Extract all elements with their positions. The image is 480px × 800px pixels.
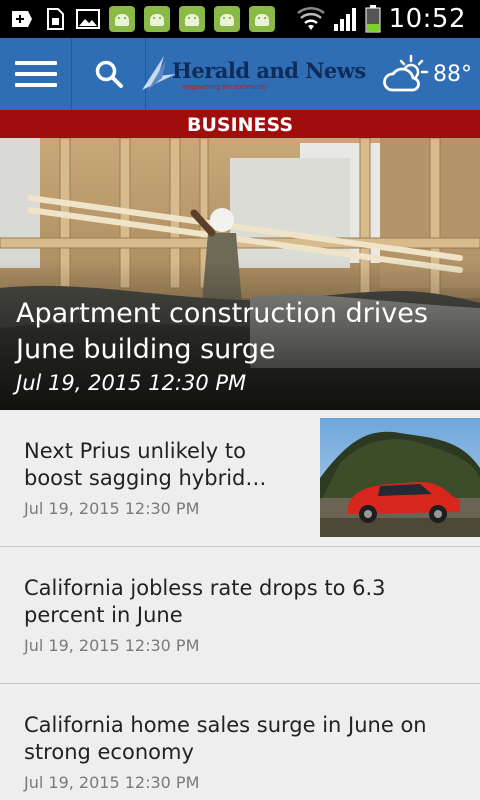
hero-title[interactable]: Apartment construction drives June build… bbox=[16, 296, 466, 368]
search-button[interactable] bbox=[72, 38, 146, 110]
list-item[interactable]: Next Prius unlikely to boost sagging hyb… bbox=[0, 410, 480, 547]
wifi-icon bbox=[296, 6, 325, 30]
gallery-icon bbox=[76, 9, 100, 29]
search-icon bbox=[95, 60, 123, 88]
status-bar: 10:52 bbox=[0, 0, 480, 38]
hero-article[interactable]: Apartment construction drives June build… bbox=[0, 138, 480, 410]
hamburger-icon bbox=[14, 72, 57, 76]
hero-date: Jul 19, 2015 12:30 PM bbox=[16, 371, 247, 395]
partly-sunny-icon bbox=[383, 54, 429, 92]
article-title: California home sales surge in June on s… bbox=[24, 713, 427, 764]
hamburger-icon bbox=[14, 83, 57, 87]
signal-icon bbox=[333, 8, 356, 31]
hamburger-icon bbox=[14, 61, 57, 65]
article-thumbnail[interactable] bbox=[320, 418, 480, 537]
add-icon bbox=[12, 11, 32, 27]
status-clock: 10:52 bbox=[388, 4, 466, 34]
android-icon bbox=[179, 6, 205, 32]
app-header: Herald and News empowering the community… bbox=[0, 38, 480, 110]
logo-tagline: empowering the community bbox=[182, 84, 268, 91]
article-date: Jul 19, 2015 12:30 PM bbox=[24, 499, 200, 518]
battery-icon bbox=[365, 5, 381, 33]
section-label: BUSINESS bbox=[0, 110, 480, 138]
article-list: Next Prius unlikely to boost sagging hyb… bbox=[0, 410, 480, 800]
menu-button[interactable] bbox=[0, 38, 72, 110]
sim-card-icon bbox=[47, 8, 64, 30]
logo-name: Herald and News bbox=[172, 58, 366, 83]
temperature: 88° bbox=[433, 61, 472, 87]
article-date: Jul 19, 2015 12:30 PM bbox=[24, 636, 200, 655]
weather-widget[interactable]: 88° bbox=[383, 38, 472, 110]
prius-photo bbox=[320, 418, 480, 537]
android-icon bbox=[109, 6, 135, 32]
article-title: Next Prius unlikely to boost sagging hyb… bbox=[24, 439, 267, 490]
list-item[interactable]: California home sales surge in June on s… bbox=[0, 684, 480, 800]
android-icon bbox=[249, 6, 275, 32]
android-icon bbox=[144, 6, 170, 32]
article-title: California jobless rate drops to 6.3 per… bbox=[24, 576, 386, 627]
herald-news-logo[interactable]: Herald and News empowering the community bbox=[138, 52, 366, 98]
article-date: Jul 19, 2015 12:30 PM bbox=[24, 773, 200, 792]
list-item[interactable]: California jobless rate drops to 6.3 per… bbox=[0, 547, 480, 684]
android-icon bbox=[214, 6, 240, 32]
